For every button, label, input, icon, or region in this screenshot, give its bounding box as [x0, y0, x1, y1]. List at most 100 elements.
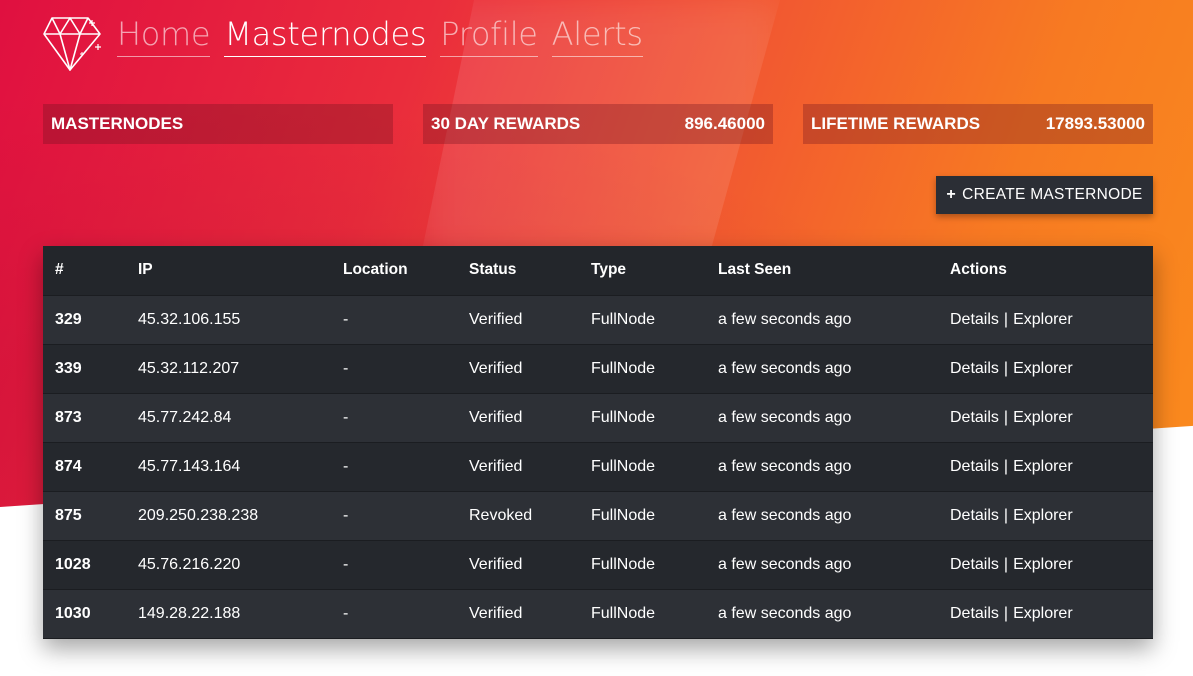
cell-location: - [331, 393, 457, 443]
action-separator: | [1003, 310, 1009, 328]
action-separator: | [1003, 359, 1009, 377]
explorer-link[interactable]: Explorer [1013, 311, 1073, 328]
cell-actions: Details | Explorer [938, 344, 1153, 394]
cell-ip: 45.32.112.207 [126, 344, 331, 394]
cell-actions: Details | Explorer [938, 589, 1153, 639]
table-row: 873 45.77.242.84 - Verified FullNode a f… [43, 393, 1153, 443]
details-link[interactable]: Details [950, 409, 999, 426]
table-row: 339 45.32.112.207 - Verified FullNode a … [43, 344, 1153, 394]
main-nav: Home Masternodes Profile Alerts [117, 14, 643, 57]
create-masternode-button[interactable]: + CREATE MASTERNODE [936, 176, 1153, 214]
table-row: 874 45.77.143.164 - Verified FullNode a … [43, 442, 1153, 492]
action-separator: | [1003, 457, 1009, 475]
explorer-link[interactable]: Explorer [1013, 360, 1073, 377]
stat-30-day-label: 30 DAY REWARDS [431, 114, 581, 133]
table-row: 875 209.250.238.238 - Revoked FullNode a… [43, 491, 1153, 541]
action-separator: | [1003, 555, 1009, 573]
explorer-link[interactable]: Explorer [1013, 556, 1073, 573]
cell-status: Verified [457, 393, 579, 443]
cell-type: FullNode [579, 491, 706, 541]
cell-actions: Details | Explorer [938, 442, 1153, 492]
explorer-link[interactable]: Explorer [1013, 605, 1073, 622]
create-masternode-label: CREATE MASTERNODE [962, 186, 1143, 203]
cell-ip: 45.32.106.155 [126, 295, 331, 345]
nav-home[interactable]: Home [117, 14, 211, 57]
stat-lifetime-rewards: LIFETIME REWARDS 17893.53000 [803, 104, 1153, 144]
col-header-last-seen[interactable]: Last Seen [706, 246, 938, 296]
cell-last-seen: a few seconds ago [706, 442, 938, 492]
nav-profile[interactable]: Profile [440, 14, 538, 57]
stat-masternodes: MASTERNODES [43, 104, 393, 144]
cell-status: Verified [457, 295, 579, 345]
cell-status: Verified [457, 344, 579, 394]
cell-location: - [331, 344, 457, 394]
table-row: 1028 45.76.216.220 - Verified FullNode a… [43, 540, 1153, 590]
cell-id: 874 [43, 442, 126, 492]
cell-last-seen: a few seconds ago [706, 295, 938, 345]
cell-status: Verified [457, 589, 579, 639]
cell-id: 1028 [43, 540, 126, 590]
stat-30-day-rewards: 30 DAY REWARDS 896.46000 [423, 104, 773, 144]
cell-id: 329 [43, 295, 126, 345]
details-link[interactable]: Details [950, 507, 999, 524]
cell-ip: 209.250.238.238 [126, 491, 331, 541]
col-header-location[interactable]: Location [331, 246, 457, 296]
stat-masternodes-label: MASTERNODES [51, 114, 184, 133]
cell-ip: 149.28.22.188 [126, 589, 331, 639]
action-separator: | [1003, 408, 1009, 426]
cell-actions: Details | Explorer [938, 540, 1153, 590]
table-row: 1030 149.28.22.188 - Verified FullNode a… [43, 589, 1153, 639]
cell-location: - [331, 491, 457, 541]
cell-id: 875 [43, 491, 126, 541]
cell-type: FullNode [579, 295, 706, 345]
cell-status: Verified [457, 442, 579, 492]
cell-type: FullNode [579, 442, 706, 492]
explorer-link[interactable]: Explorer [1013, 409, 1073, 426]
cell-location: - [331, 295, 457, 345]
cell-location: - [331, 540, 457, 590]
details-link[interactable]: Details [950, 458, 999, 475]
details-link[interactable]: Details [950, 605, 999, 622]
cell-actions: Details | Explorer [938, 393, 1153, 443]
cell-ip: 45.77.242.84 [126, 393, 331, 443]
cell-last-seen: a few seconds ago [706, 344, 938, 394]
cell-ip: 45.76.216.220 [126, 540, 331, 590]
diamond-icon[interactable] [42, 14, 104, 72]
cell-id: 873 [43, 393, 126, 443]
nav-masternodes[interactable]: Masternodes [224, 14, 427, 57]
action-separator: | [1003, 604, 1009, 622]
stat-lifetime-label: LIFETIME REWARDS [811, 114, 981, 133]
plus-icon: + [946, 186, 957, 203]
col-header-ip[interactable]: IP [126, 246, 331, 296]
cell-location: - [331, 442, 457, 492]
col-header-actions: Actions [938, 246, 1153, 296]
cell-type: FullNode [579, 344, 706, 394]
cell-last-seen: a few seconds ago [706, 540, 938, 590]
cell-status: Revoked [457, 491, 579, 541]
cell-type: FullNode [579, 589, 706, 639]
col-header-number[interactable]: # [43, 246, 126, 296]
details-link[interactable]: Details [950, 556, 999, 573]
table-header-row: # IP Location Status Type Last Seen Acti… [43, 246, 1153, 296]
explorer-link[interactable]: Explorer [1013, 507, 1073, 524]
action-separator: | [1003, 506, 1009, 524]
explorer-link[interactable]: Explorer [1013, 458, 1073, 475]
cell-location: - [331, 589, 457, 639]
cell-ip: 45.77.143.164 [126, 442, 331, 492]
details-link[interactable]: Details [950, 360, 999, 377]
cell-status: Verified [457, 540, 579, 590]
cell-id: 1030 [43, 589, 126, 639]
col-header-status[interactable]: Status [457, 246, 579, 296]
stat-30-day-value: 896.46000 [684, 114, 765, 133]
stat-lifetime-value: 17893.53000 [1045, 114, 1145, 133]
details-link[interactable]: Details [950, 311, 999, 328]
cell-last-seen: a few seconds ago [706, 491, 938, 541]
table-row: 329 45.32.106.155 - Verified FullNode a … [43, 295, 1153, 345]
cell-last-seen: a few seconds ago [706, 589, 938, 639]
cell-actions: Details | Explorer [938, 295, 1153, 345]
col-header-type[interactable]: Type [579, 246, 706, 296]
cell-id: 339 [43, 344, 126, 394]
nav-alerts[interactable]: Alerts [551, 14, 643, 57]
cell-type: FullNode [579, 540, 706, 590]
cell-type: FullNode [579, 393, 706, 443]
